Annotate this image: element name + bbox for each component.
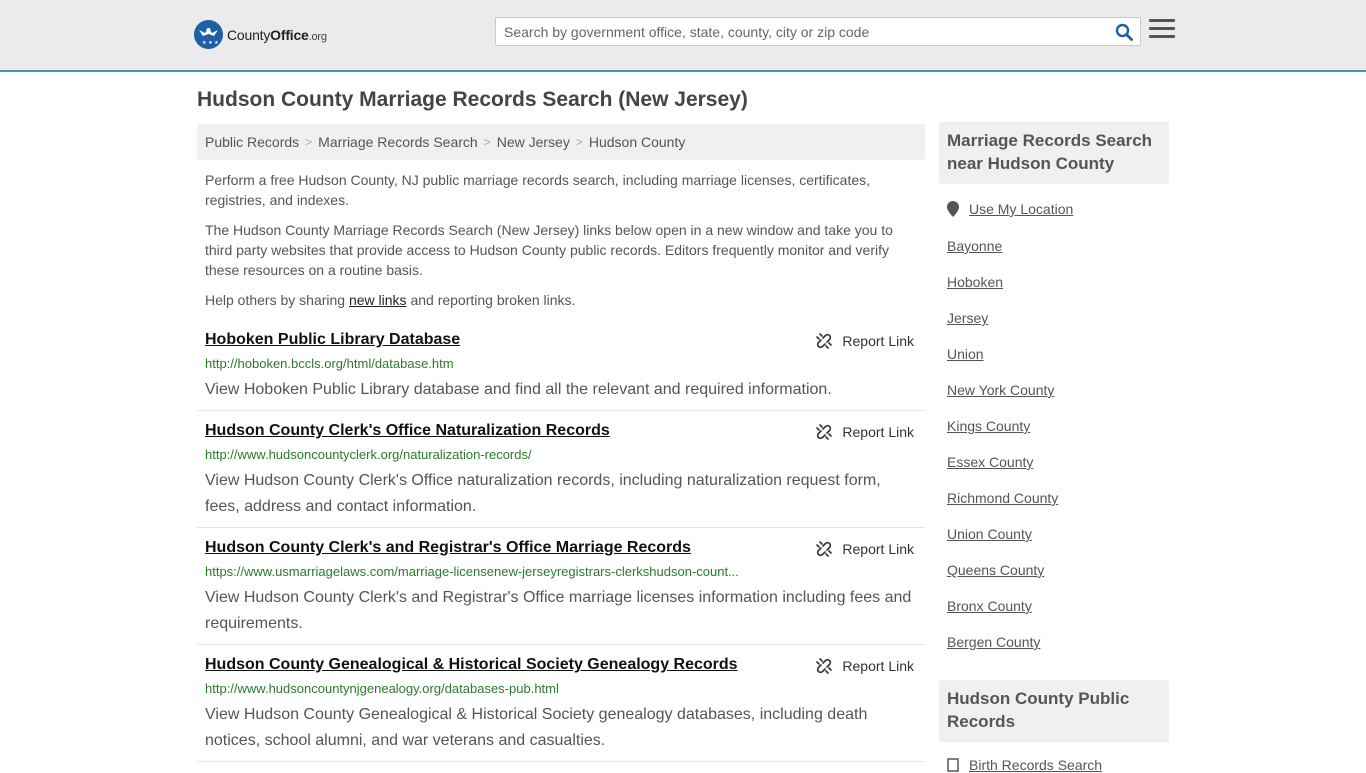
site-header: ★ ★ ★ CountyOffice.org (0, 0, 1366, 72)
intro-disclaimer: The Hudson County Marriage Records Searc… (205, 222, 893, 278)
logo-wordmark: CountyOffice.org (227, 26, 327, 43)
report-link-label: Report Link (842, 424, 914, 440)
breadcrumb: Public Records > Marriage Records Search… (197, 124, 925, 160)
site-logo[interactable]: ★ ★ ★ CountyOffice.org (194, 20, 327, 49)
breadcrumb-public-records[interactable]: Public Records (205, 134, 299, 150)
entry-description: View Hudson County Clerk's and Registrar… (205, 589, 912, 632)
breadcrumb-separator-icon: > (575, 135, 583, 149)
nearby-link-new-york-county[interactable]: New York County (947, 382, 1054, 398)
breadcrumb-separator-icon: > (483, 135, 491, 149)
record-entry: Hudson County Clerk's Office Naturalizat… (197, 422, 925, 528)
report-link-button[interactable]: Report Link (816, 333, 914, 349)
eagle-logo-icon: ★ ★ ★ (194, 20, 223, 49)
nearby-heading: Marriage Records Search near Hudson Coun… (939, 122, 1169, 184)
report-link-label: Report Link (842, 333, 914, 349)
intro-share-note: Help others by sharing new links and rep… (205, 290, 917, 310)
hamburger-menu-icon[interactable] (1149, 19, 1175, 43)
nearby-link-bayonne[interactable]: Bayonne (947, 238, 1002, 254)
share-note-text: Help others by sharing (205, 292, 349, 308)
broken-link-icon (816, 333, 833, 349)
nearby-link-jersey[interactable]: Jersey (947, 310, 988, 326)
nearby-link-kings-county[interactable]: Kings County (947, 418, 1030, 434)
breadcrumb-new-jersey[interactable]: New Jersey (497, 134, 570, 150)
intro-paragraph: Perform a free Hudson County, NJ public … (205, 172, 871, 208)
entry-title-link[interactable]: Hoboken Public Library Database (205, 331, 460, 349)
location-pin-icon (947, 201, 959, 217)
new-links-link[interactable]: new links (349, 292, 407, 308)
use-my-location-link[interactable]: Use My Location (969, 201, 1073, 217)
report-link-button[interactable]: Report Link (816, 541, 914, 557)
search-bar (495, 17, 1141, 46)
breadcrumb-marriage-records[interactable]: Marriage Records Search (318, 134, 478, 150)
report-link-button[interactable]: Report Link (816, 424, 914, 440)
report-link-label: Report Link (842, 658, 914, 674)
birth-records-link[interactable]: Birth Records Search (969, 757, 1102, 773)
entry-title-link[interactable]: Hudson County Clerk's Office Naturalizat… (205, 422, 610, 440)
record-entry: Hudson County Genealogical & Historical … (197, 656, 925, 762)
entry-title-link[interactable]: Hudson County Clerk's and Registrar's Of… (205, 539, 691, 557)
nearby-link-essex-county[interactable]: Essex County (947, 454, 1033, 470)
nearby-link-bronx-county[interactable]: Bronx County (947, 598, 1032, 614)
report-link-label: Report Link (842, 541, 914, 557)
search-button[interactable] (1108, 18, 1140, 45)
record-entry: Hudson County Clerk's and Registrar's Of… (197, 539, 925, 645)
entry-url: http://hoboken.bccls.org/html/database.h… (205, 356, 454, 371)
entry-url: https://www.usmarriagelaws.com/marriage-… (205, 564, 739, 579)
record-entry: Hoboken Public Library Database Report L… (197, 331, 925, 411)
entry-url: http://www.hudsoncountynjgenealogy.org/d… (205, 681, 559, 696)
nearby-link-queens-county[interactable]: Queens County (947, 562, 1044, 578)
use-my-location: Use My Location (947, 201, 1073, 217)
entry-description: View Hudson County Genealogical & Histor… (205, 706, 868, 749)
birth-records-item: Birth Records Search (947, 757, 1102, 773)
page-title: Hudson County Marriage Records Search (N… (197, 88, 748, 111)
breadcrumb-hudson-county[interactable]: Hudson County (589, 134, 686, 150)
entry-title-link[interactable]: Hudson County Genealogical & Historical … (205, 656, 738, 674)
entry-url: http://www.hudsoncountyclerk.org/natural… (205, 447, 532, 462)
document-icon (947, 758, 959, 772)
report-link-button[interactable]: Report Link (816, 658, 914, 674)
broken-link-icon (816, 541, 833, 557)
nearby-link-union-county[interactable]: Union County (947, 526, 1032, 542)
svg-text:★ ★ ★: ★ ★ ★ (202, 40, 219, 46)
search-input[interactable] (496, 18, 1108, 45)
share-note-text: and reporting broken links. (406, 292, 576, 308)
nearby-link-hoboken[interactable]: Hoboken (947, 274, 1003, 290)
search-icon (1115, 23, 1133, 41)
broken-link-icon (816, 658, 833, 674)
broken-link-icon (816, 424, 833, 440)
entry-description: View Hudson County Clerk's Office natura… (205, 472, 881, 515)
breadcrumb-separator-icon: > (305, 135, 313, 149)
public-records-heading: Hudson County Public Records (939, 680, 1169, 742)
nearby-link-richmond-county[interactable]: Richmond County (947, 490, 1058, 506)
nearby-link-bergen-county[interactable]: Bergen County (947, 634, 1040, 650)
entry-description: View Hoboken Public Library database and… (205, 381, 832, 398)
nearby-link-union[interactable]: Union (947, 346, 984, 362)
